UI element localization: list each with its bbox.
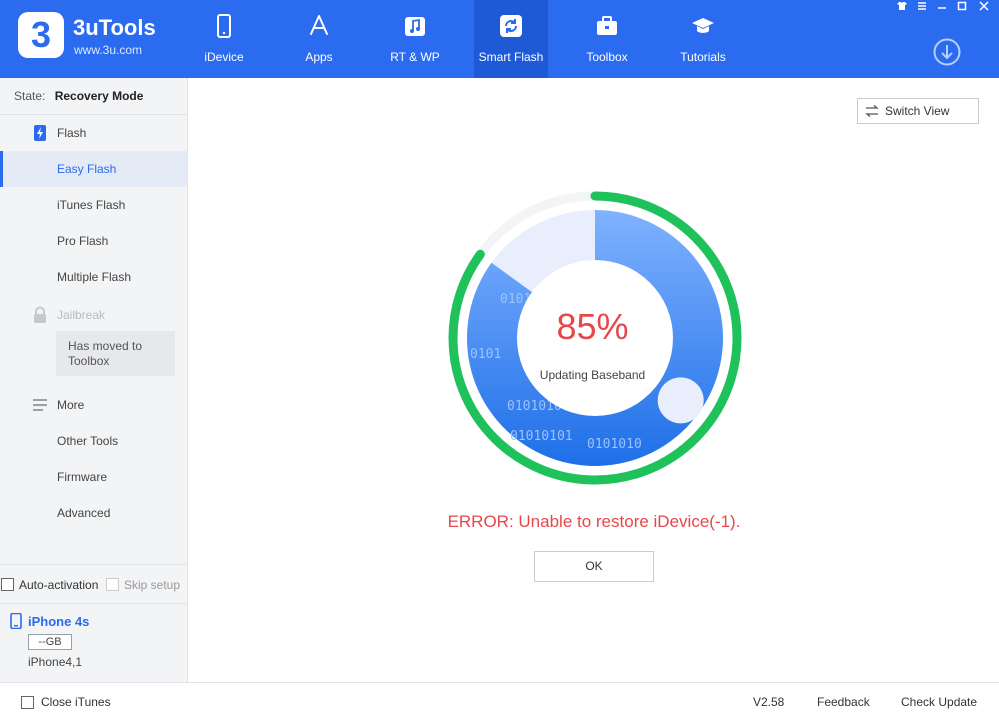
sidebar-item-firmware[interactable]: Firmware — [0, 459, 187, 495]
sidebar-item-multiple-flash[interactable]: Multiple Flash — [0, 259, 187, 295]
binary-decoration: 01010101 — [510, 429, 573, 444]
phone-icon — [10, 613, 22, 629]
sidebar-item-label: iTunes Flash — [57, 198, 126, 212]
switch-view-button[interactable]: Switch View — [857, 98, 979, 124]
flash-phone-icon — [34, 125, 46, 141]
nav-label: Tutorials — [680, 50, 726, 64]
graduation-cap-icon — [692, 18, 714, 33]
menu-lines-icon — [33, 399, 47, 411]
checkbox-box — [1, 578, 14, 592]
music-note-icon — [405, 17, 425, 36]
progress-status: Updating Baseband — [539, 368, 646, 382]
app-name: 3uTools — [73, 15, 156, 40]
nav-apps[interactable]: Apps — [282, 0, 356, 78]
swap-arrows-icon — [865, 105, 879, 117]
auto-activation-label: Auto-activation — [19, 578, 99, 592]
version-label: V2.58 — [753, 695, 785, 709]
status-bar: Close iTunes V2.58 Feedback Check Update — [0, 682, 999, 721]
sidebar-item-label: Advanced — [57, 506, 111, 520]
nav-label: Toolbox — [586, 50, 628, 64]
logo-mark: 3 — [18, 12, 64, 58]
sidebar-item-label: Easy Flash — [57, 162, 117, 176]
switch-view-label: Switch View — [885, 104, 950, 118]
sidebar-section-more[interactable]: More — [0, 387, 187, 423]
sidebar-item-pro-flash[interactable]: Pro Flash — [0, 223, 187, 259]
progress-knob — [657, 377, 704, 424]
app-logo: 3 3uTools www.3u.com — [18, 12, 208, 64]
sidebar-item-other-tools[interactable]: Other Tools — [0, 423, 187, 459]
toolbox-icon — [597, 16, 617, 35]
binary-decoration: 0101 — [470, 347, 501, 362]
sidebar: State: Recovery Mode Flash Easy Flash iT… — [0, 78, 188, 682]
auto-activation-checkbox[interactable] — [1, 577, 14, 592]
sidebar-item-label: Jailbreak — [57, 308, 106, 322]
nav-toolbox[interactable]: Toolbox — [570, 0, 644, 78]
refresh-icon — [500, 15, 522, 37]
nav-label: iDevice — [204, 50, 244, 64]
sidebar-item-label: Other Tools — [57, 434, 119, 448]
lock-icon — [34, 306, 46, 323]
sidebar-item-advanced[interactable]: Advanced — [0, 495, 187, 531]
nav-idevice[interactable]: iDevice — [187, 0, 261, 78]
activation-options: Auto-activation Skip setup — [0, 577, 187, 601]
error-message: ERROR: Unable to restore iDevice(-1). — [447, 512, 741, 531]
nav-label: Smart Flash — [478, 50, 544, 64]
check-update-link[interactable]: Check Update — [901, 683, 977, 721]
progress-percent: 85% — [556, 306, 629, 347]
close-itunes-label: Close iTunes — [41, 695, 111, 709]
shirt-icon[interactable] — [894, 1, 910, 15]
sidebar-item-itunes-flash[interactable]: iTunes Flash — [0, 187, 187, 223]
sidebar-item-label: Pro Flash — [57, 234, 109, 248]
maximize-icon[interactable] — [954, 1, 970, 15]
top-bar: 3 3uTools www.3u.com iDevice Apps RT & W… — [0, 0, 999, 78]
sidebar-item-jailbreak[interactable]: Jailbreak — [0, 297, 187, 333]
phone-icon — [217, 14, 231, 38]
checkbox-box — [106, 578, 119, 592]
download-icon[interactable] — [933, 38, 961, 66]
feedback-link[interactable]: Feedback — [817, 683, 870, 721]
device-state: State: Recovery Mode — [0, 78, 187, 115]
sidebar-section-flash[interactable]: Flash — [0, 115, 187, 151]
app-store-icon — [310, 15, 328, 35]
list-icon[interactable] — [914, 1, 930, 15]
sidebar-item-label: Firmware — [57, 470, 107, 484]
binary-decoration: 0101010 — [587, 437, 642, 452]
tooltip-line: Toolbox — [68, 354, 110, 368]
skip-setup-label: Skip setup — [124, 578, 181, 592]
sidebar-divider — [0, 564, 187, 565]
checkbox-box — [21, 696, 34, 710]
device-name: iPhone 4s — [28, 614, 90, 629]
nav-smart-flash[interactable]: Smart Flash — [474, 0, 548, 78]
jailbreak-tooltip: Has moved to Toolbox — [56, 331, 175, 376]
device-model: iPhone4,1 — [28, 655, 83, 669]
nav-tutorials[interactable]: Tutorials — [666, 0, 740, 78]
skip-setup-checkbox[interactable] — [106, 577, 119, 592]
device-storage: --GB — [28, 634, 72, 650]
nav-label: RT & WP — [390, 50, 440, 64]
sidebar-divider — [0, 603, 187, 604]
nav-rt-wp[interactable]: RT & WP — [378, 0, 452, 78]
minimize-icon[interactable] — [934, 1, 950, 15]
close-itunes-checkbox[interactable] — [21, 683, 34, 721]
state-label: State: — [14, 89, 46, 103]
nav-label: Apps — [305, 50, 333, 64]
ok-button[interactable]: OK — [534, 551, 654, 582]
tooltip-line: Has moved to — [68, 339, 143, 353]
close-icon[interactable] — [976, 1, 992, 15]
sidebar-item-easy-flash[interactable]: Easy Flash — [0, 151, 187, 187]
state-value: Recovery Mode — [54, 89, 144, 103]
sidebar-item-label: Flash — [57, 126, 87, 140]
sidebar-item-label: More — [57, 398, 85, 412]
app-url: www.3u.com — [74, 43, 143, 57]
sidebar-item-label: Multiple Flash — [57, 270, 132, 284]
